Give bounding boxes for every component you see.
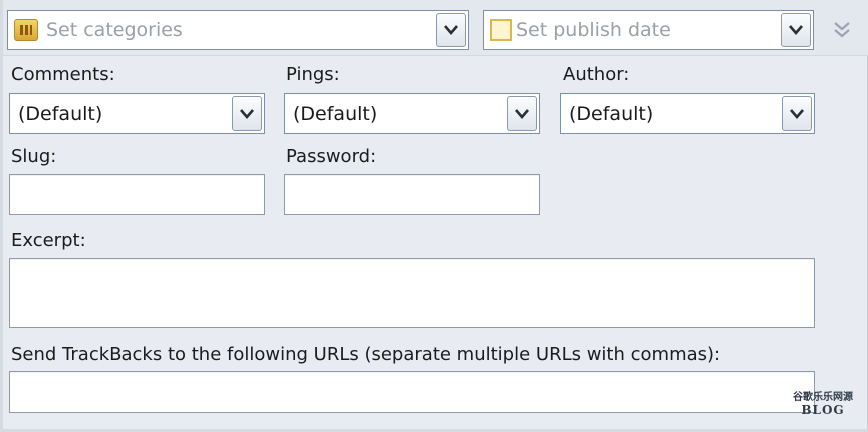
chevron-down-icon[interactable]: [782, 96, 812, 131]
folder-icon: [14, 19, 38, 41]
author-dropdown[interactable]: (Default): [560, 93, 815, 134]
chevron-down-icon[interactable]: [507, 96, 537, 131]
blog-logo-line2: BLOG: [801, 403, 845, 417]
publish-date-placeholder: Set publish date: [516, 19, 671, 41]
chevron-down-icon[interactable]: [781, 13, 811, 47]
categories-placeholder: Set categories: [46, 19, 183, 41]
pings-value: (Default): [293, 102, 378, 125]
password-input[interactable]: [284, 174, 540, 215]
comments-dropdown[interactable]: (Default): [9, 93, 265, 134]
slug-input[interactable]: [9, 174, 265, 215]
panel-frame: [0, 0, 868, 432]
excerpt-textarea[interactable]: [9, 258, 815, 328]
comments-label: Comments:: [11, 64, 115, 85]
calendar-icon: [490, 19, 512, 41]
trackbacks-label: Send TrackBacks to the following URLs (s…: [11, 344, 721, 365]
post-options-panel: Set categories Set publish date Comments…: [0, 0, 868, 432]
double-chevron-down-icon[interactable]: [830, 18, 854, 42]
trackbacks-input[interactable]: [9, 371, 815, 413]
categories-dropdown[interactable]: Set categories: [7, 10, 469, 50]
author-value: (Default): [569, 102, 654, 125]
password-label: Password:: [286, 146, 377, 167]
chevron-down-icon[interactable]: [436, 13, 466, 47]
chevron-down-icon[interactable]: [232, 96, 262, 131]
publish-date-dropdown[interactable]: Set publish date: [483, 10, 814, 50]
blog-logo: 谷歌乐乐网源 BLOG: [786, 392, 860, 416]
excerpt-label: Excerpt:: [11, 230, 86, 251]
pings-dropdown[interactable]: (Default): [284, 93, 540, 134]
author-label: Author:: [563, 64, 630, 85]
comments-value: (Default): [18, 102, 103, 125]
pings-label: Pings:: [286, 64, 340, 85]
slug-label: Slug:: [11, 146, 57, 167]
